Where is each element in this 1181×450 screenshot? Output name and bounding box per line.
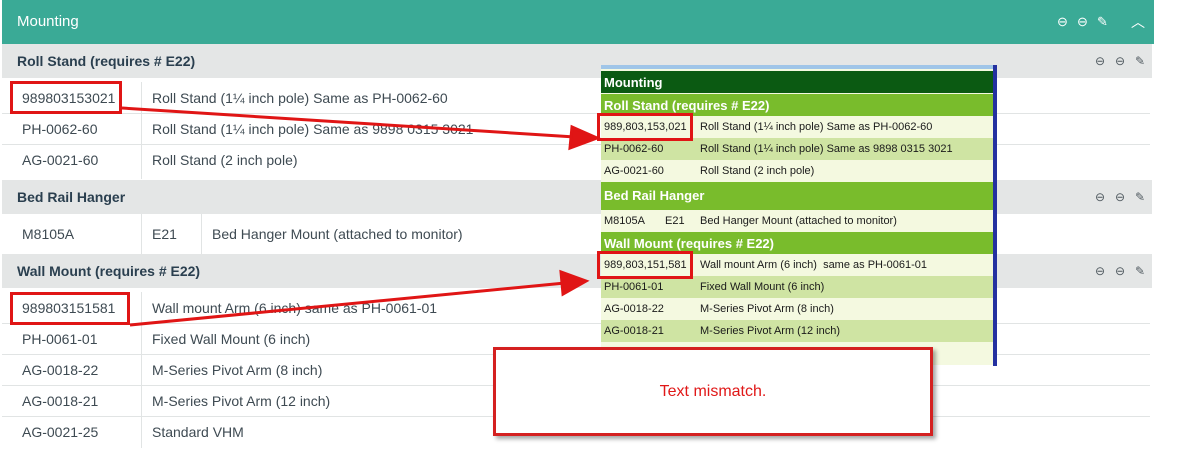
annotation-note: Text mismatch. [493, 347, 933, 436]
arrow-head [559, 269, 590, 297]
arrow-head [568, 124, 601, 151]
arrow-line [129, 281, 566, 327]
annotation-text: Text mismatch. [659, 383, 767, 400]
arrow-line [121, 106, 576, 139]
